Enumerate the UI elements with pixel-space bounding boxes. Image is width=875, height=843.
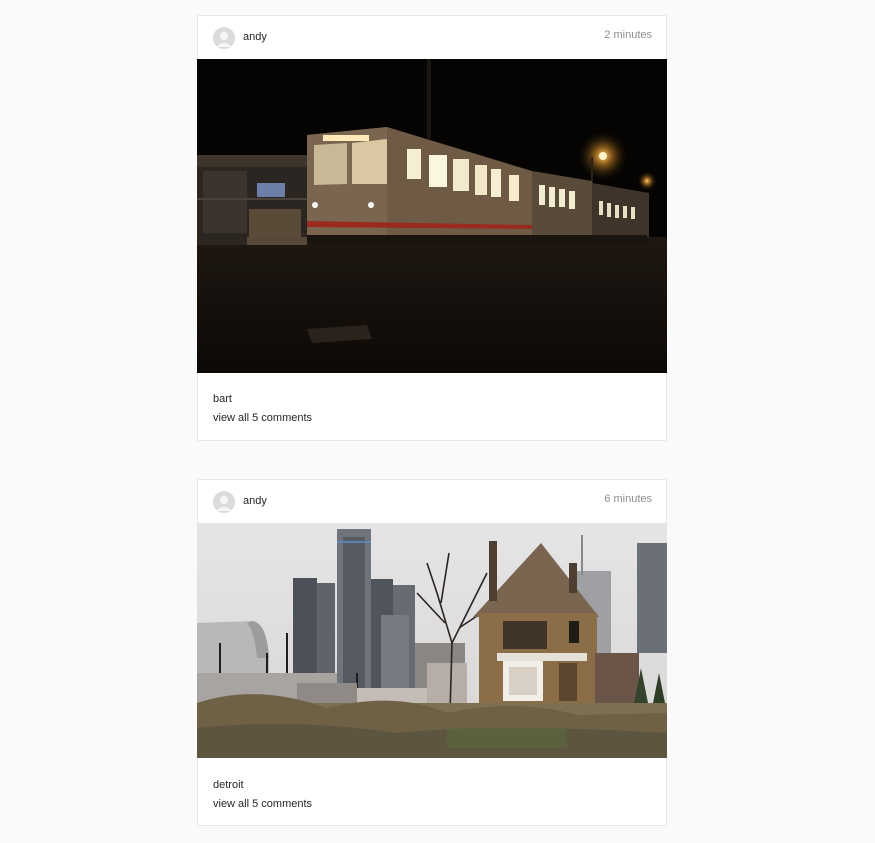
view-comments-link[interactable]: view all 5 comments <box>213 798 666 810</box>
post-photo[interactable] <box>197 523 667 758</box>
post-header: andy 6 minutes <box>198 480 666 523</box>
user-icon <box>213 491 235 513</box>
avatar[interactable] <box>213 491 235 513</box>
city-skyline-image <box>197 523 667 758</box>
photo-feed: andy 2 minutes bart view all 5 comments … <box>0 0 875 843</box>
post-card: andy 2 minutes bart view all 5 comments <box>197 15 667 441</box>
username-link[interactable]: andy <box>243 31 267 43</box>
post-timestamp: 2 minutes <box>604 29 652 41</box>
post-header: andy 2 minutes <box>198 16 666 59</box>
username-link[interactable]: andy <box>243 495 267 507</box>
post-card: andy 6 minutes detroit view all 5 commen… <box>197 479 667 826</box>
view-comments-link[interactable]: view all 5 comments <box>213 412 666 424</box>
post-photo[interactable] <box>197 59 667 373</box>
avatar[interactable] <box>213 27 235 49</box>
night-train-image <box>197 59 667 373</box>
post-caption: bart <box>213 393 232 405</box>
post-timestamp: 6 minutes <box>604 493 652 505</box>
post-caption: detroit <box>213 779 244 791</box>
user-icon <box>213 27 235 49</box>
